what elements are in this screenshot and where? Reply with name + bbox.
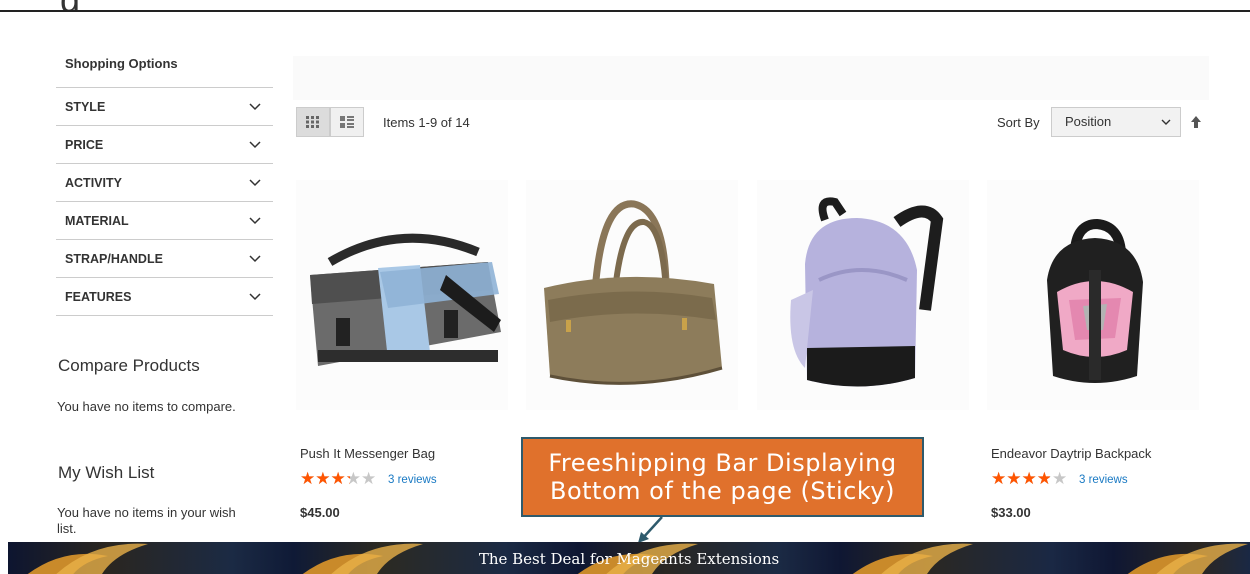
product-name[interactable]: Push It Messenger Bag bbox=[300, 446, 435, 461]
sort-ascending-arrow-icon[interactable] bbox=[1190, 115, 1202, 129]
product-item[interactable] bbox=[526, 180, 738, 410]
filter-label: MATERIAL bbox=[65, 213, 129, 228]
compare-products-title: Compare Products bbox=[58, 356, 200, 375]
filter-strap-handle[interactable]: STRAP/HANDLE bbox=[56, 240, 273, 278]
chevron-down-icon bbox=[249, 292, 261, 300]
free-shipping-text: The Best Deal for Mageants Extensions bbox=[478, 550, 780, 568]
header-divider bbox=[0, 10, 1250, 12]
category-description-band bbox=[293, 56, 1209, 100]
product-item[interactable]: Endeavor Daytrip Backpack ★★★★★ ★★★★★ 3 … bbox=[987, 180, 1199, 520]
filter-activity[interactable]: ACTIVITY bbox=[56, 164, 273, 202]
callout-arrow-icon bbox=[638, 516, 663, 543]
callout-line-1: Freeshipping Bar Displaying bbox=[548, 449, 897, 477]
product-item[interactable]: Push It Messenger Bag ★★★★★ ★★★★★ 3 revi… bbox=[296, 180, 508, 520]
filter-label: PRICE bbox=[65, 137, 104, 152]
rating-stars: ★★★★★ ★★★★★ bbox=[300, 469, 377, 488]
sort-by-value: Position bbox=[1065, 114, 1112, 129]
filter-label: STYLE bbox=[65, 99, 106, 114]
list-view-button[interactable] bbox=[330, 107, 364, 137]
wishlist-title: My Wish List bbox=[58, 463, 155, 482]
filter-material[interactable]: MATERIAL bbox=[56, 202, 273, 240]
product-price: $45.00 bbox=[300, 505, 340, 520]
free-shipping-bar[interactable]: The Best Deal for Mageants Extensions bbox=[8, 542, 1250, 574]
filter-price[interactable]: PRICE bbox=[56, 126, 273, 164]
product-item[interactable] bbox=[757, 180, 969, 410]
grid-view-button[interactable] bbox=[296, 107, 330, 137]
filter-features[interactable]: FEATURES bbox=[56, 278, 273, 316]
product-image-duffle-bag[interactable] bbox=[526, 180, 738, 410]
products-toolbar: Items 1-9 of 14 Sort By Position bbox=[296, 107, 1210, 139]
grid-icon bbox=[306, 116, 319, 128]
shopping-options-title: Shopping Options bbox=[56, 50, 273, 88]
list-icon bbox=[340, 116, 354, 128]
sort-by-select[interactable]: Position bbox=[1051, 107, 1181, 137]
filter-style[interactable]: STYLE bbox=[56, 88, 273, 126]
reviews-link[interactable]: 3 reviews bbox=[388, 474, 437, 486]
filter-label: STRAP/HANDLE bbox=[65, 251, 163, 266]
chevron-down-icon bbox=[249, 102, 261, 110]
compare-empty-message: You have no items to compare. bbox=[57, 399, 236, 414]
toolbar-amount: Items 1-9 of 14 bbox=[383, 115, 470, 130]
product-rating: ★★★★★ ★★★★★ 3 reviews bbox=[991, 469, 1128, 488]
product-price: $33.00 bbox=[991, 505, 1031, 520]
chevron-down-icon bbox=[249, 254, 261, 262]
wishlist-empty-message: You have no items in your wish list. bbox=[57, 505, 236, 536]
product-image-messenger-bag[interactable] bbox=[296, 180, 508, 410]
page-title: g bbox=[60, 0, 120, 10]
chevron-down-icon bbox=[249, 140, 261, 148]
product-image-purple-backpack[interactable] bbox=[757, 180, 969, 410]
product-image-daytrip-backpack[interactable] bbox=[987, 180, 1199, 410]
product-name[interactable]: Endeavor Daytrip Backpack bbox=[991, 446, 1151, 461]
annotation-callout: Freeshipping Bar Displaying Bottom of th… bbox=[521, 437, 924, 517]
chevron-down-icon bbox=[249, 178, 261, 186]
product-rating: ★★★★★ ★★★★★ 3 reviews bbox=[300, 469, 437, 488]
chevron-down-icon bbox=[249, 216, 261, 224]
rating-stars: ★★★★★ ★★★★★ bbox=[991, 469, 1068, 488]
sort-by-label: Sort By bbox=[997, 115, 1040, 130]
chevron-down-icon bbox=[1161, 119, 1171, 125]
reviews-link[interactable]: 3 reviews bbox=[1079, 474, 1128, 486]
filter-label: ACTIVITY bbox=[65, 175, 122, 190]
callout-line-2: Bottom of the page (Sticky) bbox=[550, 477, 895, 505]
filter-label: FEATURES bbox=[65, 289, 132, 304]
sidebar: Shopping Options STYLE PRICE ACTIVITY MA… bbox=[56, 50, 273, 316]
